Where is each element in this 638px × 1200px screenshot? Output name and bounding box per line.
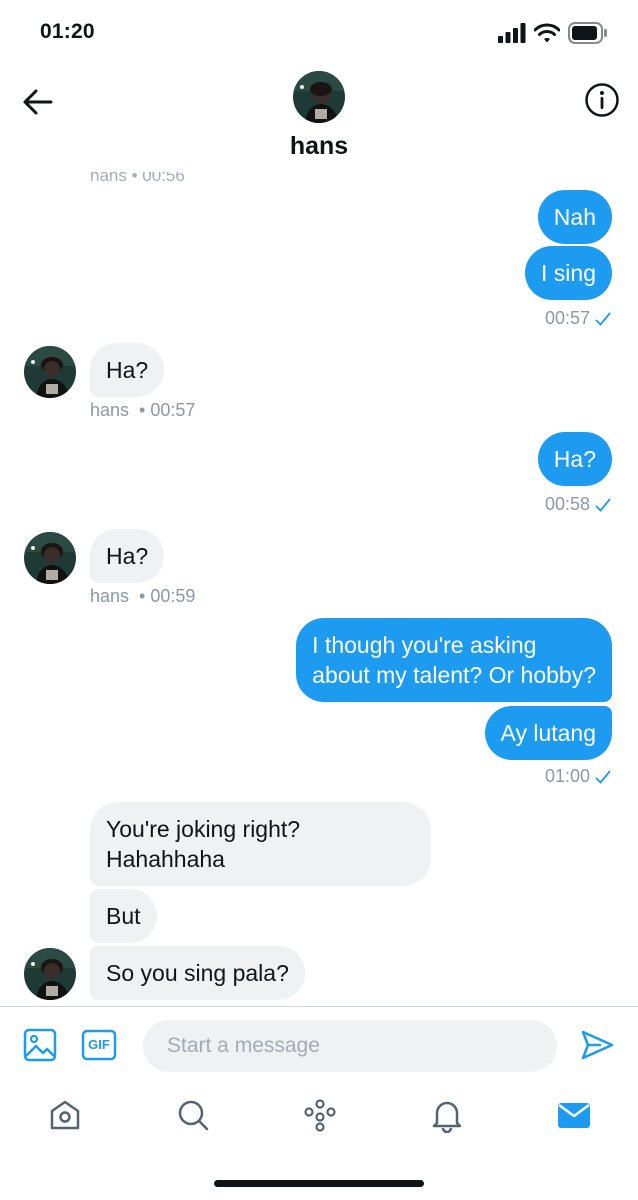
message-sender: hans (90, 586, 130, 606)
message-line: I though you're asking (312, 632, 537, 658)
message-meta: hans • 00:59 (90, 586, 195, 607)
message-list[interactable]: hans • 00:56 Nah I sing 00:57 Ha? hans •… (0, 172, 638, 1006)
message-outgoing[interactable]: Ha? (537, 432, 612, 486)
message-meta: 01:00 (545, 766, 612, 787)
spaces-icon (304, 1099, 336, 1132)
tab-notifications[interactable] (429, 1097, 465, 1133)
read-check-icon (595, 769, 611, 784)
message-outgoing[interactable]: I though you're asking about my talent? … (296, 618, 612, 702)
message-outgoing[interactable]: I sing (525, 246, 612, 300)
message-line: You're joking right? (106, 816, 301, 842)
message-line: about my talent? Or hobby? (312, 662, 596, 688)
signal-icon (498, 23, 526, 43)
message-incoming[interactable]: Ha? (90, 343, 165, 397)
status-bar: 01:20 (0, 0, 638, 62)
send-icon (581, 1030, 614, 1060)
message-meta: hans • 00:57 (90, 400, 195, 421)
message-outgoing[interactable]: Nah (537, 190, 612, 244)
message-time: • 00:59 (139, 586, 196, 606)
cut-off-meta: hans • 00:56 (90, 172, 185, 185)
wifi-icon (534, 23, 560, 43)
tab-home[interactable] (47, 1097, 83, 1133)
message-outgoing[interactable]: Ay lutang (484, 706, 612, 760)
battery-icon (568, 22, 608, 44)
header-avatar[interactable] (293, 71, 345, 123)
message-incoming[interactable]: So you sing pala? (90, 946, 305, 1000)
message-time: • 00:57 (139, 400, 196, 420)
media-button[interactable] (22, 1027, 58, 1063)
message-line: Hahahhaha (106, 846, 225, 872)
avatar[interactable] (24, 346, 76, 398)
home-indicator[interactable] (214, 1180, 424, 1187)
message-incoming[interactable]: But (90, 889, 157, 943)
info-icon (585, 83, 619, 117)
search-icon (178, 1100, 209, 1131)
messages-icon (558, 1103, 590, 1128)
message-incoming[interactable]: Ha? (90, 529, 165, 583)
message-meta: 00:58 (545, 494, 612, 515)
image-icon (23, 1028, 57, 1062)
notifications-icon (432, 1101, 462, 1133)
message-sender: hans (90, 400, 130, 420)
info-button[interactable] (584, 82, 620, 118)
message-composer: GIF Start a message (0, 1007, 638, 1083)
message-input[interactable]: Start a message (143, 1020, 557, 1072)
tab-search[interactable] (175, 1097, 211, 1133)
message-incoming[interactable]: You're joking right? Hahahhaha (90, 802, 431, 886)
bottom-tab-bar (0, 1083, 638, 1153)
gif-label: GIF (88, 1037, 110, 1052)
read-check-icon (595, 311, 611, 326)
gif-button[interactable]: GIF (81, 1029, 117, 1061)
message-meta: 00:57 (545, 308, 612, 329)
message-input-placeholder: Start a message (167, 1034, 320, 1057)
read-check-icon (595, 497, 611, 512)
message-time: 01:00 (544, 766, 590, 786)
tab-messages[interactable] (556, 1097, 592, 1133)
back-button[interactable] (20, 84, 56, 120)
message-time: 00:58 (544, 494, 590, 514)
tab-spaces[interactable] (302, 1097, 338, 1133)
message-time: 00:57 (544, 308, 590, 328)
conversation-header: hans (0, 62, 638, 172)
conversation-name[interactable]: hans (0, 132, 638, 161)
avatar[interactable] (24, 532, 76, 584)
status-icons (498, 22, 608, 44)
avatar[interactable] (24, 948, 76, 1000)
send-button[interactable] (579, 1027, 615, 1063)
back-arrow-icon (23, 89, 53, 115)
home-icon (50, 1100, 80, 1130)
status-time: 01:20 (40, 20, 95, 43)
